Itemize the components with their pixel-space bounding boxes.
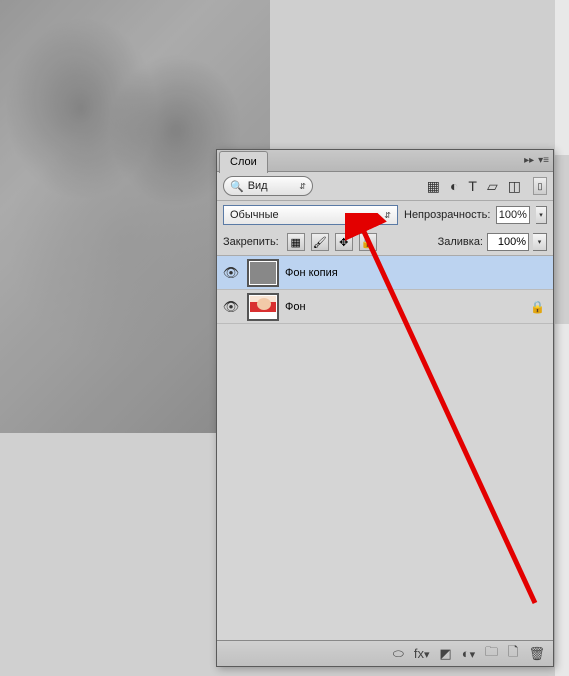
link-layers-icon[interactable]: ⬭ — [393, 646, 404, 662]
delete-layer-icon[interactable]: 🗑 — [528, 646, 545, 662]
filter-pixel-icon[interactable]: ▦ — [427, 178, 440, 195]
layer-thumbnail[interactable] — [247, 293, 279, 321]
layer-name-label[interactable]: Фон — [285, 301, 524, 313]
visibility-eye-icon[interactable]: 👁 — [221, 265, 241, 281]
blend-mode-select[interactable]: Обычные ⇵ — [223, 205, 398, 225]
chevron-updown-icon: ⇵ — [384, 211, 391, 220]
layer-mask-icon[interactable]: ◩ — [439, 646, 451, 662]
adjustment-layer-icon[interactable]: ◐▾ — [462, 646, 475, 661]
opacity-dropdown[interactable]: ▾ — [536, 206, 547, 224]
blend-opacity-row: Обычные ⇵ Непрозрачность: 100% ▾ — [217, 201, 553, 229]
filter-row: 🔍 Вид ⇵ ▦ ◐ T ▱ ◫ ▯ — [217, 172, 553, 201]
fill-input[interactable]: 100% — [487, 233, 529, 251]
fill-dropdown[interactable]: ▾ — [533, 233, 547, 251]
tab-layers[interactable]: Слои — [219, 151, 268, 173]
filter-shape-icon[interactable]: ▱ — [487, 178, 498, 195]
fill-value: 100% — [498, 236, 526, 248]
layer-thumbnail[interactable] — [247, 259, 279, 287]
lock-paint-icon[interactable]: 🖌 — [311, 233, 329, 251]
lock-fill-row: Закрепить: ▦ 🖌 ✥ 🔒 Заливка: 100% ▾ — [217, 229, 553, 256]
blend-mode-value: Обычные — [230, 209, 279, 221]
filter-smart-icon[interactable]: ◫ — [508, 178, 521, 195]
scrollbar-top[interactable] — [555, 0, 569, 155]
layers-list: 👁 Фон копия 👁 Фон 🔒 — [217, 256, 553, 640]
filter-type-icon[interactable]: T — [468, 178, 477, 194]
lock-all-icon[interactable]: 🔒 — [359, 233, 377, 251]
new-group-icon[interactable]: 🗀 — [485, 643, 498, 665]
visibility-eye-icon[interactable]: 👁 — [221, 299, 241, 315]
layer-fx-icon[interactable]: fx▾ — [414, 646, 430, 661]
filter-toggle[interactable]: ▯ — [533, 177, 547, 195]
layers-panel: Слои ▸▸ ▾≡ 🔍 Вид ⇵ ▦ ◐ T ▱ ◫ ▯ Обычные ⇵… — [216, 149, 554, 667]
opacity-input[interactable]: 100% — [496, 206, 529, 224]
opacity-value: 100% — [499, 209, 527, 221]
scrollbar-bottom[interactable] — [555, 324, 569, 676]
lock-move-icon[interactable]: ✥ — [335, 233, 353, 251]
layer-lock-icon: 🔒 — [530, 300, 545, 314]
panel-tab-bar: Слои ▸▸ ▾≡ — [217, 150, 553, 172]
fill-label: Заливка: — [438, 236, 483, 248]
layer-row[interactable]: 👁 Фон копия — [217, 256, 553, 290]
lock-transparent-icon[interactable]: ▦ — [287, 233, 305, 251]
filter-kind-label: Вид — [248, 180, 268, 192]
filter-adjust-icon[interactable]: ◐ — [450, 178, 458, 194]
search-icon: 🔍 — [230, 180, 244, 193]
new-layer-icon[interactable]: 🗋 — [508, 643, 518, 665]
layer-row[interactable]: 👁 Фон 🔒 — [217, 290, 553, 324]
panel-menu-icon[interactable]: ▾≡ — [538, 155, 549, 166]
collapse-icon[interactable]: ▸▸ — [524, 155, 534, 166]
panel-bottom-bar: ⬭ fx▾ ◩ ◐▾ 🗀 🗋 🗑 — [217, 640, 553, 666]
layer-filter-kind[interactable]: 🔍 Вид ⇵ — [223, 176, 313, 196]
opacity-label: Непрозрачность: — [404, 209, 490, 221]
lock-label: Закрепить: — [223, 236, 279, 248]
layer-name-label[interactable]: Фон копия — [285, 267, 549, 279]
chevron-updown-icon: ⇵ — [299, 182, 306, 191]
